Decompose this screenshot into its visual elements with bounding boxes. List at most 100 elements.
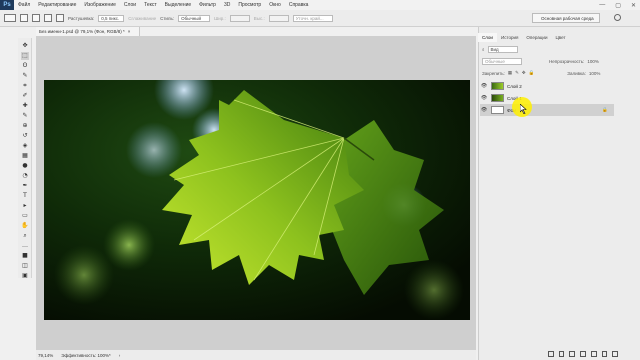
eraser-icon[interactable]: ◈ [21,142,29,150]
menu-view[interactable]: Просмотр [234,2,265,8]
height-label: Выс.: [253,15,265,21]
lock-pixels-icon[interactable]: ▦ [508,70,512,76]
fx-icon[interactable] [558,351,565,357]
menu-filter[interactable]: Фильтр [195,2,220,8]
screenmode-icon[interactable]: ▣ [21,272,29,280]
layers-bottom-bar [548,350,619,358]
delete-layer-icon[interactable] [612,351,619,357]
menu-3d[interactable]: 3D [220,2,234,8]
menu-type[interactable]: Текст [140,2,161,8]
feather-input[interactable]: 0,5 пикс. [98,14,125,22]
menu-help[interactable]: Справка [285,2,313,8]
dodge-icon[interactable]: ◔ [21,172,29,180]
zoom-value[interactable]: 79,14% [38,353,53,358]
link-layers-icon[interactable] [548,351,554,357]
tab-history[interactable]: История [497,33,522,42]
tab-layers[interactable]: Слои [478,33,497,42]
zoom-icon[interactable]: ⌕ [21,232,29,240]
intersect-selection-icon[interactable] [56,14,64,22]
blur-icon[interactable]: ● [21,162,29,170]
eye-icon[interactable]: 👁 [480,107,488,113]
path-select-icon[interactable]: ▸ [21,202,29,210]
quickmask-icon[interactable]: ◫ [21,262,29,270]
close-icon[interactable]: ✕ [631,2,636,9]
width-label: Шир.: [214,15,226,21]
efficiency-status[interactable]: Эффективность: 100%* [61,353,111,358]
layer-row[interactable]: 👁 Фон 🔒 [480,104,614,116]
minimize-icon[interactable]: — [599,2,605,8]
subtract-selection-icon[interactable] [44,14,52,22]
lasso-icon[interactable]: ʘ [21,62,29,70]
opacity-value[interactable]: 100% [587,59,599,64]
lock-row: Закрепить: ▦ ✎ ✥ 🔒 Заливка: 100% [482,70,614,76]
stamp-icon[interactable]: ⊕ [21,122,29,130]
eye-icon[interactable]: 👁 [480,83,488,89]
leaf-photo[interactable] [44,80,470,320]
type-icon[interactable]: T [21,192,29,200]
status-arrow-icon[interactable]: › [119,353,121,358]
brush-icon[interactable]: ✎ [21,112,29,120]
pen-icon[interactable]: ✒ [21,182,29,190]
crop-icon[interactable]: ⌗ [21,82,29,90]
eyedropper-icon[interactable]: ✐ [21,92,29,100]
search-icon[interactable] [614,14,621,21]
marquee-icon[interactable]: ⬚ [21,52,29,60]
layer-thumbnail [491,82,504,90]
fill-label: Заливка: [567,70,586,76]
gradient-icon[interactable]: ▦ [21,152,29,160]
maximize-icon[interactable]: ▢ [615,2,621,9]
eye-icon[interactable]: 👁 [480,95,488,101]
add-mask-icon[interactable] [569,351,576,357]
new-layer-icon[interactable] [601,351,608,357]
filter-kind-select[interactable]: Вид [487,46,518,53]
blend-mode-select[interactable]: Обычные [482,58,522,65]
marquee-preset-icon[interactable] [4,14,16,22]
tab-color[interactable]: Цвет [551,33,569,42]
close-tab-icon[interactable]: × [128,29,131,34]
style-select[interactable]: Обычный [178,14,211,22]
lock-move-icon[interactable]: ✥ [522,70,526,76]
layer-row[interactable]: 👁 Слой 2 [480,80,614,92]
hand-icon[interactable]: ✋ [21,222,29,230]
tools-panel: ✥ ⬚ ʘ ✎ ⌗ ✐ ✚ ✎ ⊕ ↺ ◈ ▦ ● ◔ ✒ T ▸ ▭ ✋ ⌕ … ■ ◫ ▣ [18,38,32,280]
more-icon[interactable]: … [21,242,29,250]
antialias-checkbox[interactable]: Сглаживание [128,16,156,21]
menu-select[interactable]: Выделение [161,2,196,8]
status-bar: 79,14% Эффективность: 100%* › [36,350,476,360]
menu-edit[interactable]: Редактирование [34,2,80,8]
lock-all-icon[interactable]: 🔒 [529,70,535,76]
document-tab[interactable]: Без имени-1.psd @ 79,1% (Фон, RGB/8) * × [36,27,140,36]
style-label: Стиль: [160,15,175,21]
shape-icon[interactable]: ▭ [21,212,29,220]
history-brush-icon[interactable]: ↺ [21,132,29,140]
height-input[interactable] [268,14,289,22]
tab-actions[interactable]: Операции [522,33,551,42]
width-input[interactable] [229,14,250,22]
fill-value[interactable]: 100% [589,71,601,76]
menu-image[interactable]: Изображение [80,2,120,8]
menu-layers[interactable]: Слои [120,2,140,8]
add-selection-icon[interactable] [32,14,40,22]
opacity-label: Непрозрачность: [549,59,585,64]
move-icon[interactable]: ✥ [21,42,29,50]
layer-thumbnail [491,94,504,102]
leaf-image [44,80,470,320]
colors-icon[interactable]: ■ [21,252,29,260]
panel-tabs: Слои История Операции Цвет [478,33,640,42]
right-panel [478,27,640,360]
options-bar: Растушевка: 0,5 пикс. Сглаживание Стиль:… [0,10,640,27]
menu-file[interactable]: Файл [14,2,34,8]
lock-paint-icon[interactable]: ✎ [515,70,519,76]
layer-name[interactable]: Слой 2 [507,84,522,89]
layer-row[interactable]: 👁 Слой 1 [480,92,614,104]
healing-icon[interactable]: ✚ [21,102,29,110]
menu-window[interactable]: Окно [265,2,285,8]
lock-label: Закрепить: [482,70,505,76]
adjustment-layer-icon[interactable] [580,351,586,357]
quick-select-icon[interactable]: ✎ [21,72,29,80]
new-selection-icon[interactable] [20,14,28,22]
new-group-icon[interactable] [590,351,597,357]
refine-edge-button[interactable]: Уточн. край... [292,14,333,22]
workspace-select[interactable]: Основная рабочая среда [532,13,600,23]
document-title: Без имени-1.psd @ 79,1% (Фон, RGB/8) * [39,29,125,34]
